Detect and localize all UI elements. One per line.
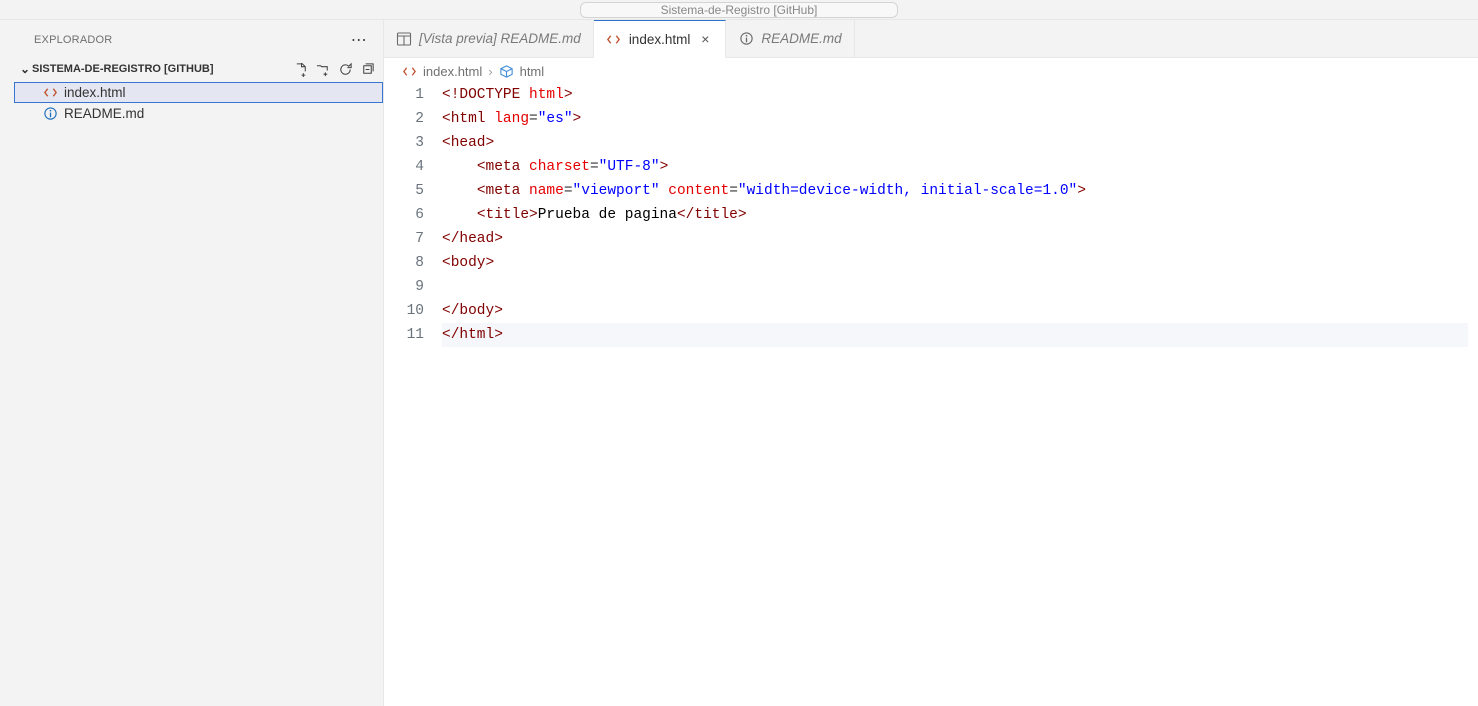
- breadcrumb[interactable]: index.html › html: [384, 58, 1478, 83]
- activity-bar: [0, 20, 14, 706]
- code-line[interactable]: <meta name="viewport" content="width=dev…: [442, 179, 1468, 203]
- code-line[interactable]: <body>: [442, 251, 1468, 275]
- code-line[interactable]: </html>: [442, 323, 1468, 347]
- breadcrumb-symbol: html: [520, 64, 545, 79]
- tab-bar: [Vista previa] README.md index.html × READM…: [384, 20, 1478, 58]
- file-item[interactable]: index.html: [14, 82, 383, 103]
- code-line[interactable]: [442, 275, 1468, 299]
- file-name: index.html: [64, 85, 126, 100]
- tab-label: [Vista previa] README.md: [419, 31, 581, 46]
- tab[interactable]: README.md: [726, 20, 854, 57]
- editor-area: [Vista previa] README.md index.html × READM…: [384, 20, 1478, 706]
- line-gutter: 1234567891011: [384, 83, 442, 706]
- line-number: 6: [384, 203, 424, 227]
- new-folder-icon[interactable]: [315, 61, 331, 77]
- preview-icon: [396, 31, 412, 47]
- tab[interactable]: [Vista previa] README.md: [384, 20, 594, 57]
- close-icon[interactable]: ×: [697, 31, 713, 47]
- code-line[interactable]: </head>: [442, 227, 1468, 251]
- line-number: 7: [384, 227, 424, 251]
- breadcrumb-file: index.html: [423, 64, 482, 79]
- code-line[interactable]: <!DOCTYPE html>: [442, 83, 1468, 107]
- line-number: 2: [384, 107, 424, 131]
- tab[interactable]: index.html ×: [594, 20, 727, 58]
- explorer-title: EXPLORADOR: [34, 34, 112, 46]
- code-line[interactable]: <title>Prueba de pagina</title>: [442, 203, 1468, 227]
- title-bar: Sistema-de-Registro [GitHub]: [0, 0, 1478, 20]
- code-line[interactable]: <meta charset="UTF-8">: [442, 155, 1468, 179]
- file-list: index.html README.md: [14, 80, 383, 126]
- line-number: 5: [384, 179, 424, 203]
- new-file-icon[interactable]: [293, 61, 309, 77]
- code-icon: [42, 85, 58, 100]
- command-center[interactable]: Sistema-de-Registro [GitHub]: [580, 2, 898, 18]
- chevron-down-icon: ⌄: [18, 62, 32, 76]
- command-center-title: Sistema-de-Registro [GitHub]: [661, 3, 818, 17]
- code-line[interactable]: <html lang="es">: [442, 107, 1468, 131]
- file-item[interactable]: README.md: [14, 103, 383, 124]
- line-number: 10: [384, 299, 424, 323]
- code-line[interactable]: <head>: [442, 131, 1468, 155]
- folder-header[interactable]: ⌄ SISTEMA-DE-REGISTRO [GITHUB]: [14, 58, 383, 80]
- explorer-more-icon[interactable]: ⋯: [351, 30, 367, 50]
- line-number: 1: [384, 83, 424, 107]
- line-number: 8: [384, 251, 424, 275]
- line-number: 11: [384, 323, 424, 347]
- code-icon: [402, 64, 417, 79]
- explorer-sidebar: EXPLORADOR ⋯ ⌄ SISTEMA-DE-REGISTRO [GITH…: [14, 20, 384, 706]
- refresh-icon[interactable]: [337, 61, 353, 77]
- folder-name: SISTEMA-DE-REGISTRO [GITHUB]: [32, 63, 293, 75]
- code-content[interactable]: <!DOCTYPE html><html lang="es"><head> <m…: [442, 83, 1478, 706]
- tab-label: index.html: [629, 32, 691, 47]
- tab-label: README.md: [761, 31, 841, 46]
- info-icon: [42, 106, 58, 121]
- line-number: 9: [384, 275, 424, 299]
- file-name: README.md: [64, 106, 144, 121]
- code-line[interactable]: </body>: [442, 299, 1468, 323]
- line-number: 4: [384, 155, 424, 179]
- chevron-right-icon: ›: [488, 64, 492, 79]
- code-icon: [606, 32, 622, 47]
- collapse-all-icon[interactable]: [359, 61, 375, 77]
- line-number: 3: [384, 131, 424, 155]
- code-editor[interactable]: 1234567891011 <!DOCTYPE html><html lang=…: [384, 83, 1478, 706]
- info-icon: [738, 31, 754, 46]
- symbol-icon: [499, 64, 514, 79]
